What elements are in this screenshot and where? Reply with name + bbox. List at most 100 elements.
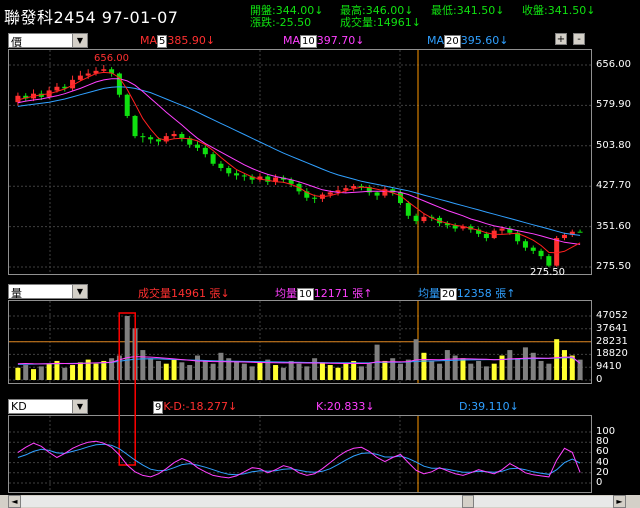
candle-body	[483, 233, 489, 239]
volume-bar	[148, 358, 154, 380]
volume-bar	[460, 358, 466, 380]
volume-bar	[93, 363, 99, 380]
volume-axis-tick: 0	[596, 374, 603, 385]
candle-body	[218, 163, 224, 168]
candle-body	[374, 192, 380, 196]
volume-bar	[194, 355, 200, 380]
high-marker-label: 656.00	[94, 53, 129, 64]
volume-bar	[296, 363, 302, 380]
stock-chart	[9, 50, 591, 492]
volume-bar	[202, 360, 208, 380]
volume-avg10-line	[17, 356, 581, 365]
volume-bar	[515, 358, 521, 380]
candle-body	[171, 134, 177, 137]
candle-body	[101, 69, 107, 71]
volume-bar	[530, 352, 536, 380]
candle-body	[241, 175, 247, 177]
price-axis-tick: 427.70	[596, 180, 631, 192]
scroll-thumb[interactable]	[462, 495, 474, 508]
candle-body	[210, 154, 216, 164]
volume-bar	[561, 350, 567, 380]
candle-body	[327, 192, 333, 195]
candle-body	[179, 134, 185, 139]
volume-bar	[280, 367, 286, 380]
low-marker-label: 275.50	[530, 267, 565, 278]
candle-body	[421, 216, 427, 222]
volume-bar	[507, 350, 513, 380]
volume-bar	[398, 363, 404, 380]
d-line	[17, 443, 581, 476]
volume-bar	[140, 350, 146, 380]
candle-body	[554, 238, 560, 266]
volume-bar	[31, 369, 37, 380]
candle-body	[530, 247, 536, 251]
volume-bar	[62, 367, 68, 380]
volume-bar	[421, 352, 427, 380]
candle-body	[54, 86, 60, 91]
volume-bar	[358, 366, 364, 380]
candle-body	[577, 231, 583, 233]
volume-bar	[210, 363, 216, 380]
candle-body	[538, 250, 544, 257]
candle-body	[522, 241, 528, 248]
volume-bar	[554, 339, 560, 380]
volume-axis-tick: 18820	[596, 348, 628, 360]
volume-bar	[234, 360, 240, 380]
volume-bar	[538, 360, 544, 380]
candle-body	[561, 234, 567, 239]
volume-bar	[335, 367, 341, 380]
candle-body	[148, 137, 154, 140]
volume-bar	[38, 366, 44, 380]
scroll-left-button[interactable]: ◄	[8, 495, 21, 508]
candle-body	[234, 173, 240, 176]
volume-axis-tick: 37641	[596, 322, 628, 334]
scroll-track[interactable]	[21, 496, 613, 507]
candle-body	[124, 94, 130, 116]
candle-body	[85, 73, 91, 76]
candle-body	[77, 75, 83, 80]
price-axis-tick: 656.00	[596, 59, 631, 70]
kd-axis-tick: 0	[596, 477, 603, 488]
candle-body	[140, 136, 146, 138]
horizontal-scrollbar[interactable]: ◄ ►	[0, 495, 640, 508]
candle-body	[132, 115, 138, 137]
volume-bar	[179, 362, 185, 380]
candle-body	[398, 192, 404, 204]
volume-bar	[187, 365, 193, 380]
volume-bar	[304, 366, 310, 380]
volume-bar	[46, 363, 52, 380]
volume-bar	[522, 347, 528, 380]
candle-body	[405, 203, 411, 216]
volume-bar	[546, 363, 552, 380]
volume-bar	[171, 359, 177, 380]
volume-bar	[77, 362, 83, 380]
candle-body	[226, 167, 232, 174]
volume-bar	[429, 360, 435, 380]
volume-bar	[124, 316, 130, 380]
candle-body	[15, 95, 21, 103]
candle-body	[413, 215, 419, 222]
volume-bar	[476, 360, 482, 380]
candle-body	[546, 256, 552, 266]
volume-bar	[343, 363, 349, 380]
volume-bar	[405, 359, 411, 380]
volume-bar	[23, 365, 29, 380]
volume-bar	[312, 358, 318, 380]
candle-body	[312, 197, 318, 199]
volume-bar	[468, 363, 474, 380]
candle-body	[155, 139, 161, 142]
price-axis-tick: 503.80	[596, 139, 631, 151]
ma20-line	[17, 86, 581, 236]
volume-bar	[319, 362, 325, 380]
volume-bar	[241, 363, 247, 380]
volume-bar	[483, 366, 489, 380]
volume-bar	[163, 363, 169, 380]
volume-bar	[273, 365, 279, 380]
volume-bar	[288, 360, 294, 380]
scroll-right-button[interactable]: ►	[613, 495, 626, 508]
volume-bar	[491, 363, 497, 380]
volume-bar	[101, 360, 107, 380]
volume-bar	[382, 360, 388, 380]
volume-bar	[366, 363, 372, 380]
volume-bar	[15, 367, 21, 380]
